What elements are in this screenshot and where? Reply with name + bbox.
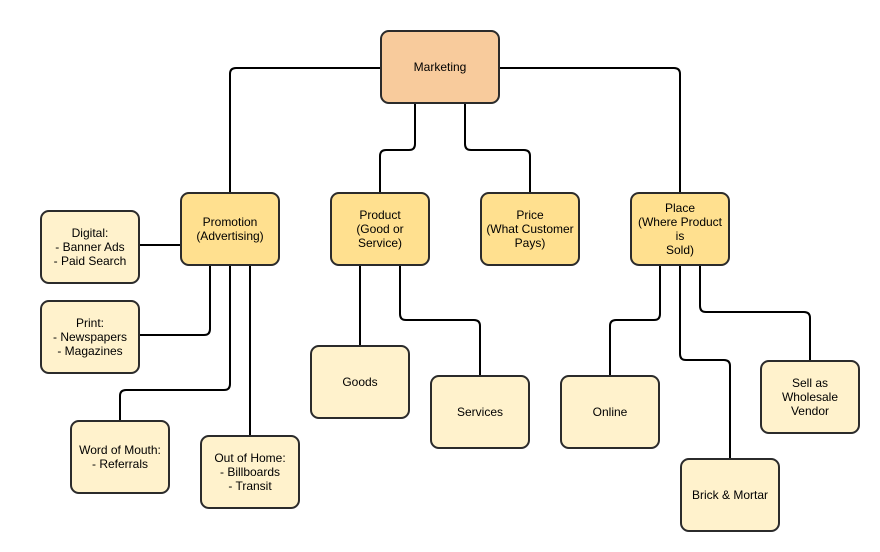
node-services[interactable]: Services <box>430 375 530 449</box>
edge-marketing-promotion <box>229 67 380 192</box>
edge-product-services <box>399 266 481 375</box>
edge-marketing-price <box>464 104 531 192</box>
node-price[interactable]: Price (What Customer Pays) <box>480 192 580 266</box>
edge-place-online <box>609 266 661 375</box>
marketing-diagram: Marketing Promotion (Advertising) Produc… <box>0 0 880 552</box>
edge-promotion-print <box>140 266 211 336</box>
node-wholesale[interactable]: Sell as Wholesale Vendor <box>760 360 860 434</box>
edge-marketing-product <box>379 104 416 192</box>
node-goods[interactable]: Goods <box>310 345 410 419</box>
node-digital[interactable]: Digital: - Banner Ads - Paid Search <box>40 210 140 284</box>
node-print[interactable]: Print: - Newspapers - Magazines <box>40 300 140 374</box>
edge-place-brick-mortar <box>679 266 731 458</box>
edge-marketing-place <box>500 67 681 192</box>
node-online[interactable]: Online <box>560 375 660 449</box>
edge-place-wholesale <box>699 266 811 360</box>
node-product[interactable]: Product (Good or Service) <box>330 192 430 266</box>
node-out-of-home[interactable]: Out of Home: - Billboards - Transit <box>200 435 300 509</box>
node-promotion[interactable]: Promotion (Advertising) <box>180 192 280 266</box>
node-brick-mortar[interactable]: Brick & Mortar <box>680 458 780 532</box>
node-place[interactable]: Place (Where Product is Sold) <box>630 192 730 266</box>
node-marketing[interactable]: Marketing <box>380 30 500 104</box>
node-word-of-mouth[interactable]: Word of Mouth: - Referrals <box>70 420 170 494</box>
